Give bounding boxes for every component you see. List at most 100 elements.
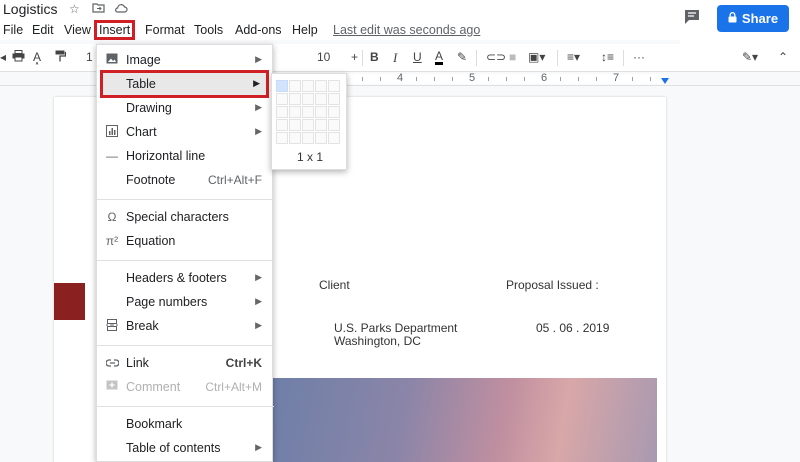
table-grid-cell[interactable] [302, 119, 314, 131]
text-color-button[interactable]: A [435, 50, 444, 65]
table-grid-cell[interactable] [315, 119, 327, 131]
ruler-tick [524, 77, 525, 81]
table-grid-cell[interactable] [328, 93, 340, 105]
insert-menu-special-characters[interactable]: Ω Special characters [97, 206, 274, 228]
table-grid-cell[interactable] [276, 93, 288, 105]
table-grid-cell[interactable] [302, 93, 314, 105]
table-grid-cell[interactable] [315, 93, 327, 105]
editing-mode-icon[interactable]: ✎▾ [742, 50, 758, 64]
right-indent-marker[interactable] [661, 78, 669, 84]
insert-menu-headers-footers[interactable]: Headers & footers ▶ [97, 267, 274, 289]
insert-menu-page-numbers[interactable]: Page numbers ▶ [97, 291, 274, 313]
more-options-icon[interactable]: ··· [633, 50, 645, 64]
document-title[interactable]: Logistics [3, 1, 57, 17]
table-grid-cell[interactable] [302, 106, 314, 118]
table-size-label: 1 x 1 [296, 150, 323, 164]
line-spacing-icon[interactable]: ↕≡ [601, 50, 614, 64]
insert-menu-table[interactable]: Table ▶ [100, 70, 269, 98]
toolbar-separator [623, 50, 624, 66]
share-button[interactable]: Share [717, 5, 789, 32]
table-grid-cell[interactable] [276, 80, 288, 92]
toolbar-separator [476, 50, 477, 66]
client-name: U.S. Parks Department [334, 321, 458, 335]
insert-menu-equation[interactable]: π² Equation [97, 230, 274, 252]
table-grid-cell[interactable] [328, 119, 340, 131]
toolbar-separator [362, 50, 363, 66]
menu-view[interactable]: View [64, 23, 91, 37]
comment-history-icon[interactable] [683, 9, 703, 25]
shortcut-label: Ctrl+Alt+F [207, 173, 262, 187]
paint-format-icon[interactable] [55, 50, 67, 65]
table-grid-cell[interactable] [289, 132, 301, 144]
italic-button[interactable]: I [393, 50, 397, 66]
highlight-pen-icon[interactable]: ✎ [457, 50, 467, 64]
insert-link-icon[interactable]: ⊂⊃ [486, 50, 506, 64]
menu-file[interactable]: File [3, 23, 23, 37]
star-icon[interactable]: ☆ [69, 2, 80, 16]
ruler-tick [632, 77, 633, 81]
document-photo[interactable] [270, 378, 657, 462]
table-grid-cell[interactable] [276, 132, 288, 144]
insert-menu-image[interactable]: Image ▶ [97, 49, 274, 71]
last-edit-link[interactable]: Last edit was seconds ago [333, 23, 480, 37]
table-grid-cell[interactable] [315, 132, 327, 144]
insert-menu-comment[interactable]: Comment Ctrl+Alt+M [97, 376, 274, 398]
insert-menu-drawing[interactable]: Drawing ▶ [97, 97, 274, 119]
bold-button[interactable]: B [370, 50, 379, 64]
zoom-select[interactable]: 1 [86, 50, 93, 64]
collapse-menus-icon[interactable]: ⌃ [778, 50, 788, 64]
chart-icon [105, 125, 119, 140]
font-size-field[interactable]: 10 [317, 50, 330, 64]
table-grid-cell[interactable] [289, 93, 301, 105]
table-grid-cell[interactable] [315, 80, 327, 92]
table-grid-cell[interactable] [302, 80, 314, 92]
print-icon[interactable] [12, 50, 25, 65]
table-grid-cell[interactable] [289, 106, 301, 118]
menu-insert[interactable]: Insert [93, 20, 136, 40]
ruler-tick [380, 77, 381, 81]
insert-menu: Image ▶ Table ▶ Drawing ▶ Chart ▶ — Hori… [96, 44, 274, 462]
ruler-label-7: 7 [613, 72, 620, 84]
lock-icon [728, 11, 737, 26]
ruler-tick [506, 77, 507, 81]
page-break-icon [105, 319, 119, 334]
add-comment-icon[interactable]: ■ [509, 50, 516, 64]
font-size-increase-icon[interactable]: + [351, 50, 358, 64]
insert-menu-table-of-contents[interactable]: Table of contents ▶ [97, 437, 274, 459]
omega-icon: Ω [107, 210, 117, 224]
insert-image-icon[interactable]: ▣▾ [528, 50, 545, 64]
menu-separator [97, 260, 274, 261]
menu-help[interactable]: Help [292, 23, 318, 37]
insert-menu-footnote[interactable]: Footnote Ctrl+Alt+F [97, 169, 274, 191]
table-grid[interactable] [276, 80, 342, 146]
cloud-status-icon[interactable] [114, 2, 128, 16]
table-grid-cell[interactable] [276, 106, 288, 118]
folder-move-icon[interactable] [92, 2, 105, 16]
insert-menu-horizontal-line[interactable]: — Horizontal line [97, 145, 274, 167]
insert-menu-bookmark[interactable]: Bookmark [97, 413, 274, 435]
submenu-arrow-icon: ▶ [255, 102, 262, 112]
submenu-arrow-icon: ▶ [255, 442, 262, 452]
table-grid-cell[interactable] [289, 119, 301, 131]
table-grid-cell[interactable] [315, 106, 327, 118]
menu-addons[interactable]: Add-ons [235, 23, 282, 37]
menu-edit[interactable]: Edit [32, 23, 54, 37]
proposal-issued-heading: Proposal Issued : [506, 278, 599, 292]
table-grid-cell[interactable] [328, 106, 340, 118]
insert-menu-link[interactable]: Link Ctrl+K [97, 352, 274, 374]
table-grid-cell[interactable] [328, 80, 340, 92]
table-grid-cell[interactable] [276, 119, 288, 131]
table-grid-cell[interactable] [328, 132, 340, 144]
table-grid-cell[interactable] [289, 80, 301, 92]
table-grid-cell[interactable] [302, 132, 314, 144]
underline-button[interactable]: U [413, 50, 422, 64]
spellcheck-icon[interactable]: A͓ [33, 50, 41, 64]
menu-tools[interactable]: Tools [194, 23, 223, 37]
menu-separator [97, 345, 274, 346]
insert-menu-chart[interactable]: Chart ▶ [97, 121, 274, 143]
align-left-icon[interactable]: ≡▾ [567, 50, 580, 64]
menu-format[interactable]: Format [145, 23, 185, 37]
horizontal-line-icon: — [106, 149, 118, 163]
insert-menu-break[interactable]: Break ▶ [97, 315, 274, 337]
undo-icon[interactable]: ◂ [0, 50, 6, 64]
